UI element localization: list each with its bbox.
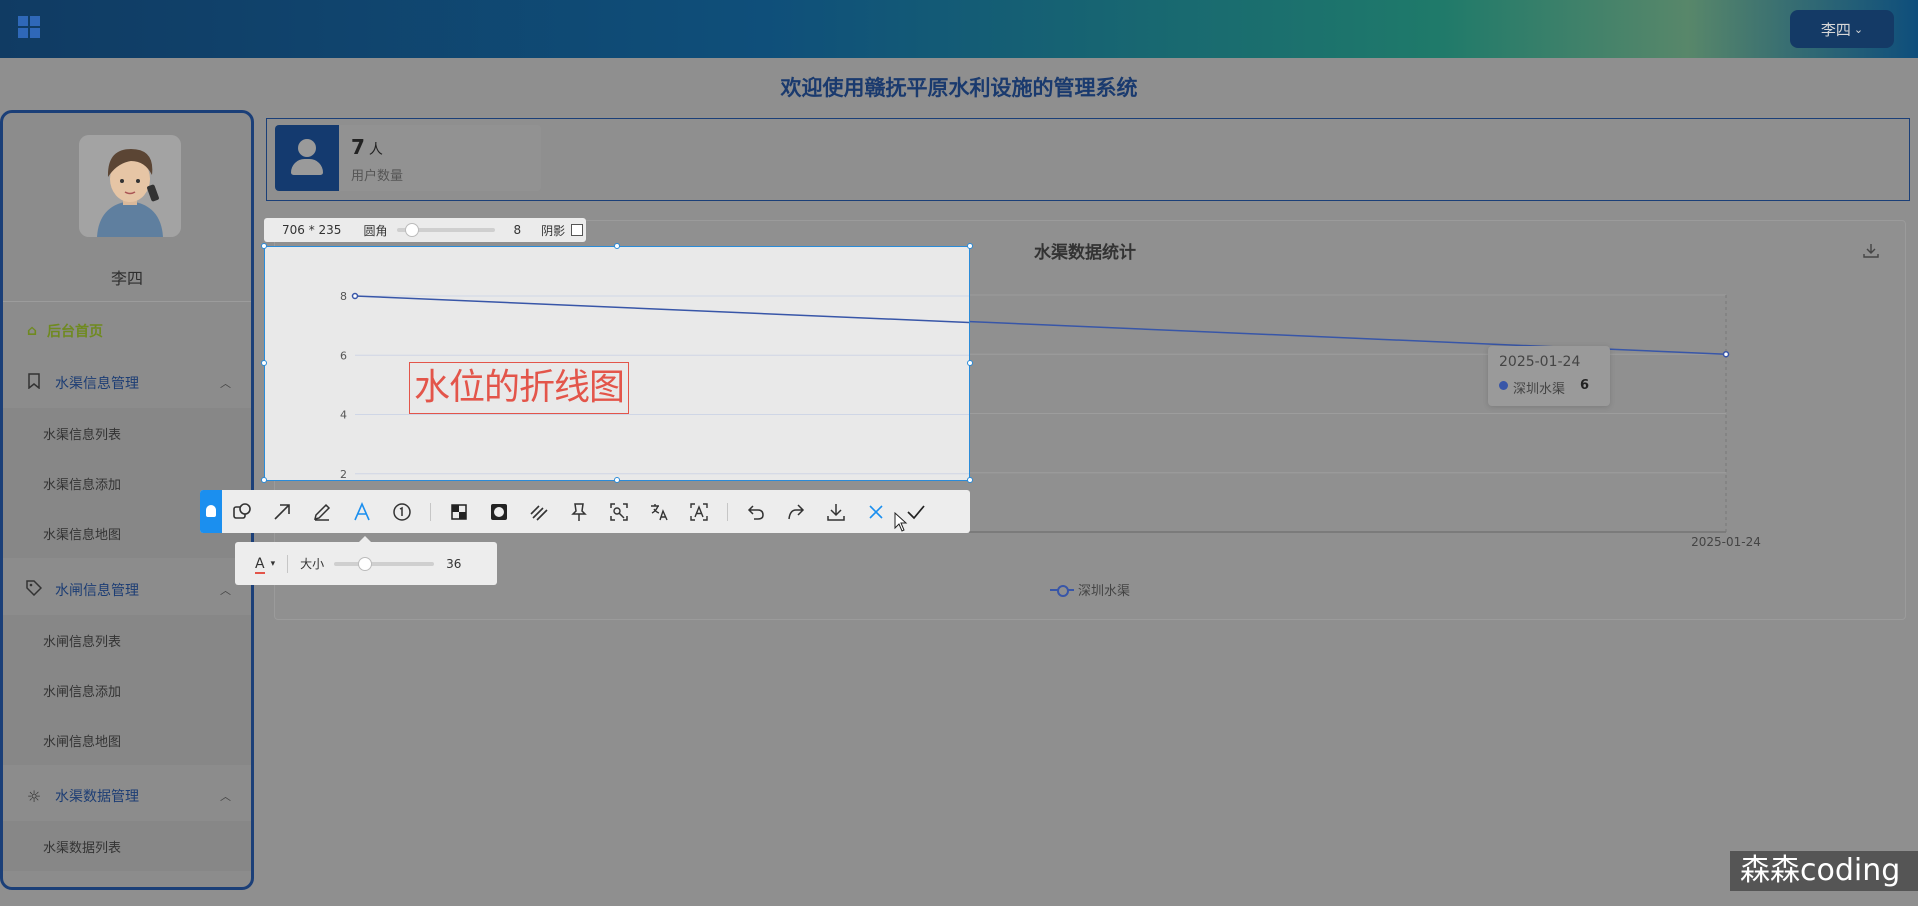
mosaic-tool-icon[interactable]	[439, 490, 479, 533]
y-tick-label: 8	[340, 290, 347, 303]
text-size-value: 36	[446, 556, 462, 571]
resize-handle[interactable]	[261, 477, 267, 483]
y-tick-label: 2	[340, 468, 347, 481]
resize-handle[interactable]	[967, 360, 973, 366]
divider	[727, 502, 728, 521]
legend-label: 深圳水渠	[1078, 584, 1131, 599]
pen-tool-icon[interactable]	[302, 490, 342, 533]
legend-line-icon	[1050, 584, 1074, 597]
text-style-panel: A ▾ 大小 36	[235, 536, 497, 585]
x-tick-label: 2025-01-24	[1691, 535, 1761, 549]
shadow-checkbox[interactable]	[571, 224, 584, 236]
radius-slider[interactable]	[397, 223, 496, 237]
capture-toolbar	[200, 490, 970, 533]
undo-icon[interactable]	[736, 490, 776, 533]
text-size-slider[interactable]	[334, 556, 435, 571]
y-tick-label: 4	[340, 409, 347, 422]
number-marker-icon[interactable]	[382, 490, 422, 533]
resize-handle[interactable]	[261, 243, 267, 249]
resize-handle[interactable]	[967, 477, 973, 483]
arrow-tool-icon[interactable]	[262, 490, 302, 533]
radius-label: 圆角	[363, 223, 388, 238]
chart-legend[interactable]: 深圳水渠	[1050, 580, 1130, 599]
resize-handle[interactable]	[614, 477, 620, 483]
shape-tool-icon[interactable]	[222, 490, 262, 533]
close-icon[interactable]	[856, 490, 896, 533]
divider	[430, 502, 431, 521]
resize-handle[interactable]	[261, 360, 267, 366]
y-tick-label: 6	[340, 349, 347, 362]
text-color-picker[interactable]: A	[255, 555, 265, 574]
resize-handle[interactable]	[614, 243, 620, 249]
radius-value: 8	[513, 223, 522, 237]
hatch-tool-icon[interactable]	[519, 490, 559, 533]
save-icon[interactable]	[816, 490, 856, 533]
series-line	[354, 295, 969, 324]
redo-icon[interactable]	[776, 490, 816, 533]
text-color-glyph: A	[255, 555, 265, 572]
text-size-label: 大小	[300, 557, 325, 571]
blur-tool-icon[interactable]	[479, 490, 519, 533]
chart-tooltip: 2025-01-24 深圳水渠 6	[1488, 346, 1610, 406]
tooltip-series-name: 深圳水渠	[1513, 382, 1566, 397]
tooltip-date: 2025-01-24	[1499, 354, 1581, 370]
capture-size: 706 * 235	[282, 223, 342, 237]
watermark: 森森coding	[1730, 851, 1918, 891]
data-point	[1722, 351, 1730, 358]
data-point	[351, 292, 359, 300]
text-tool-icon[interactable]	[342, 490, 382, 533]
series-dot	[1499, 381, 1508, 390]
capture-size-bar: 706 * 235 圆角 8 阴影	[264, 218, 586, 242]
slider-knob[interactable]	[405, 223, 420, 237]
text-annotation[interactable]: 水位的折线图	[409, 362, 630, 414]
pin-icon[interactable]	[559, 490, 599, 533]
slider-knob[interactable]	[358, 556, 373, 571]
translate-icon[interactable]	[639, 490, 679, 533]
chevron-down-icon[interactable]: ▾	[271, 559, 276, 569]
shadow-label: 阴影	[541, 223, 566, 238]
divider	[287, 554, 289, 573]
mouse-cursor-icon	[894, 511, 908, 536]
ocr-icon[interactable]	[679, 490, 719, 533]
pin-toggle-icon[interactable]	[200, 490, 222, 533]
scan-tool-icon[interactable]	[599, 490, 639, 533]
resize-handle[interactable]	[967, 243, 973, 249]
tooltip-value: 6	[1580, 378, 1590, 393]
